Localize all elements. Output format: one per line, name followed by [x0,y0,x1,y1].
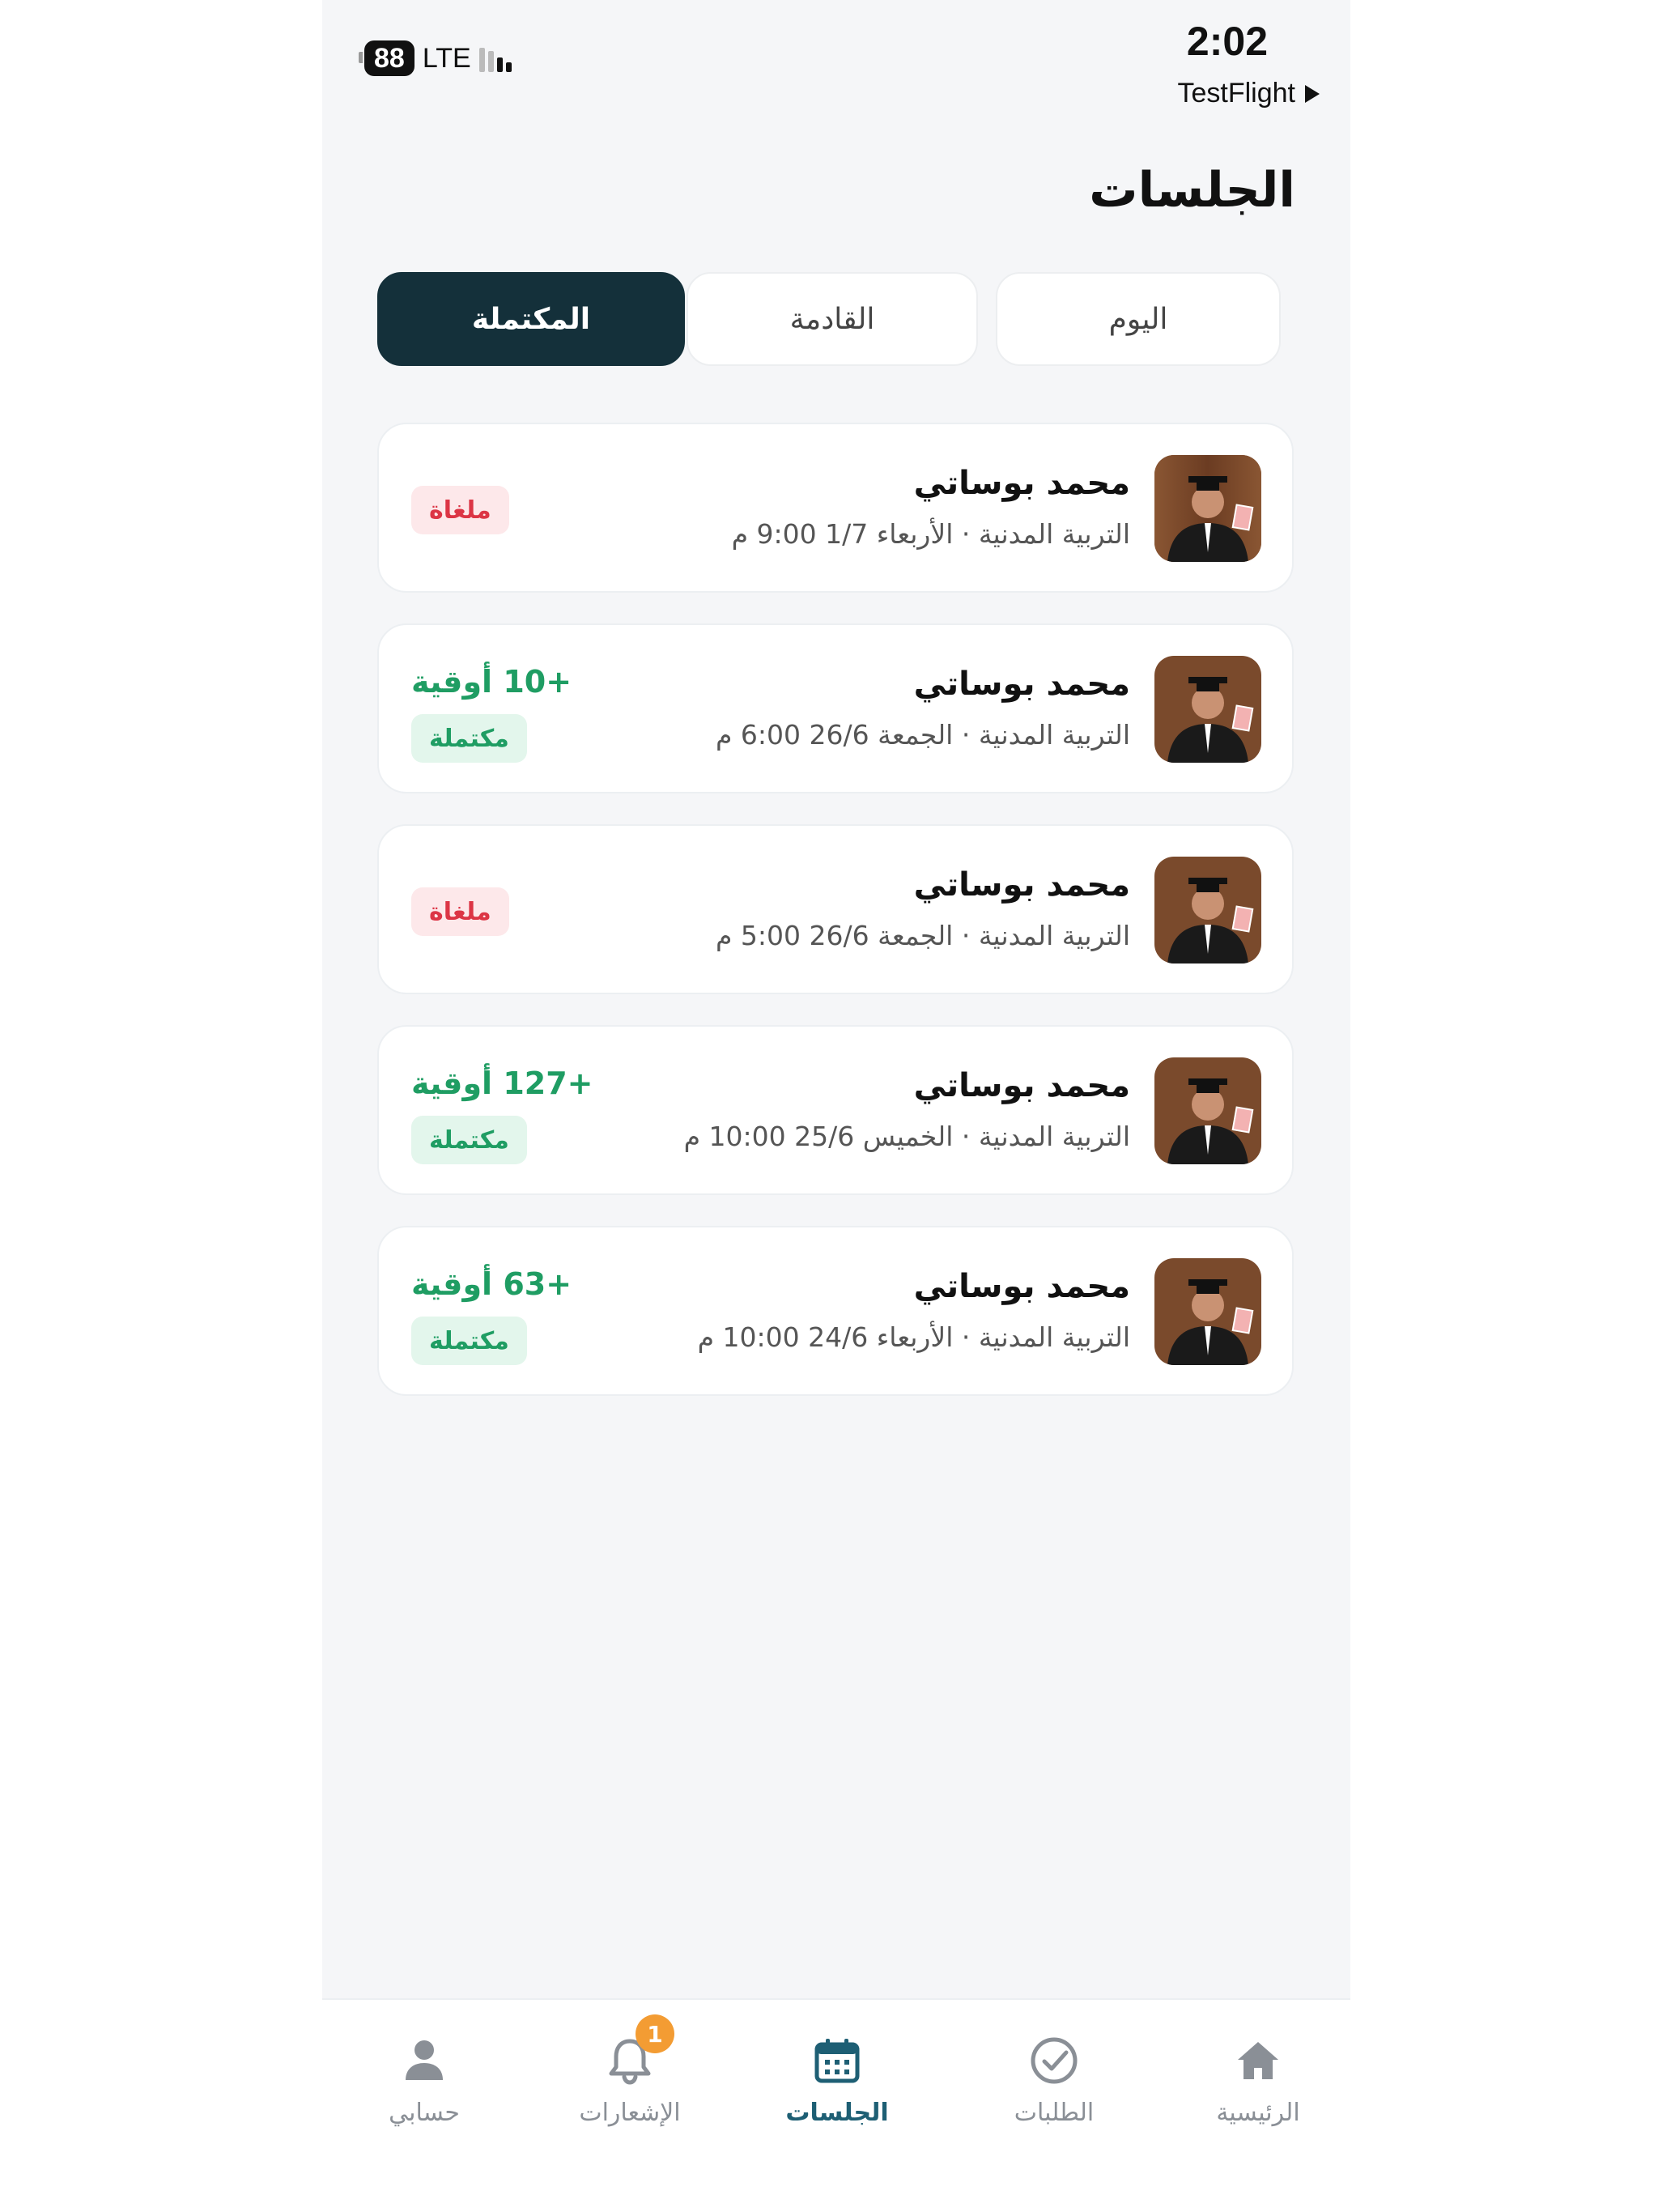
session-card[interactable]: محمد بوساتي التربية المدنية · الجمعة 26/… [377,623,1294,793]
nav-sessions[interactable]: الجلسات [764,2032,910,2127]
session-meta: التربية المدنية · الأربعاء 1/7 9:00 م [731,518,1130,550]
user-icon [396,2032,453,2089]
nav-notifications-label: الإشعارات [579,2099,681,2127]
status-badge: مكتملة [411,1317,527,1365]
tab-today[interactable]: اليوم [996,272,1281,366]
session-card[interactable]: محمد بوساتي التربية المدنية · الأربعاء 1… [377,423,1294,593]
session-meta: التربية المدنية · الأربعاء 24/6 10:00 م [697,1321,1130,1353]
tutor-name: محمد بوساتي [913,1268,1130,1305]
home-icon [1230,2032,1286,2089]
notification-count-badge: 1 [636,2014,674,2053]
battery-indicator: 88 [359,40,414,76]
avatar [1154,857,1261,963]
nav-requests[interactable]: الطلبات [981,2032,1127,2127]
tutor-name: محمد بوساتي [913,666,1130,703]
avatar [1154,1057,1261,1164]
signal-icon [478,45,512,72]
network-type: LTE [422,42,471,74]
tab-completed[interactable]: المكتملة [377,272,685,366]
check-circle-icon [1026,2032,1082,2089]
session-meta: التربية المدنية · الجمعة 26/6 5:00 م [716,920,1130,951]
session-tabs: اليوم القادمة المكتملة [377,272,1281,369]
status-badge: ملغاة [411,887,509,936]
bottom-nav: الرئيسية الطلبات الجلسات 1 الإشعارات حسا… [322,1998,1350,2212]
nav-home[interactable]: الرئيسية [1185,2032,1331,2127]
session-meta: التربية المدنية · الخميس 25/6 10:00 م [683,1121,1130,1152]
avatar [1154,656,1261,763]
tutor-name: محمد بوساتي [913,1067,1130,1104]
tab-upcoming[interactable]: القادمة [687,272,978,366]
status-badge: مكتملة [411,714,527,763]
nav-account-label: حسابي [389,2099,460,2127]
avatar [1154,1258,1261,1365]
session-meta: التربية المدنية · الجمعة 26/6 6:00 م [716,719,1130,751]
back-to-app-link[interactable]: TestFlight [1178,78,1320,109]
earned-amount: +63 أوقية [411,1266,572,1302]
nav-account[interactable]: حسابي [351,2032,497,2127]
tutor-name: محمد بوساتي [913,465,1130,502]
nav-home-label: الرئيسية [1216,2099,1300,2127]
session-card[interactable]: محمد بوساتي التربية المدنية · الخميس 25/… [377,1025,1294,1195]
play-icon [1305,84,1320,103]
back-app-label: TestFlight [1177,78,1296,108]
session-card[interactable]: محمد بوساتي التربية المدنية · الجمعة 26/… [377,824,1294,994]
status-time: 2:02 [1186,19,1268,64]
calendar-icon [809,2032,865,2089]
session-card[interactable]: محمد بوساتي التربية المدنية · الأربعاء 2… [377,1226,1294,1396]
earned-amount: +127 أوقية [411,1066,593,1101]
status-badge: مكتملة [411,1116,527,1164]
nav-notifications[interactable]: 1 الإشعارات [557,2014,703,2127]
bell-icon: 1 [602,2014,674,2089]
status-badge: ملغاة [411,486,509,534]
earned-amount: +10 أوقية [411,664,572,700]
nav-requests-label: الطلبات [1014,2099,1095,2127]
nav-sessions-label: الجلسات [785,2099,889,2127]
tutor-name: محمد بوساتي [913,866,1130,904]
avatar [1154,455,1261,562]
app-screen: 88 LTE 2:02 TestFlight الجلسات اليوم الق… [322,0,1350,2212]
status-indicators: 88 LTE [359,40,512,76]
page-title: الجلسات [1089,162,1295,219]
